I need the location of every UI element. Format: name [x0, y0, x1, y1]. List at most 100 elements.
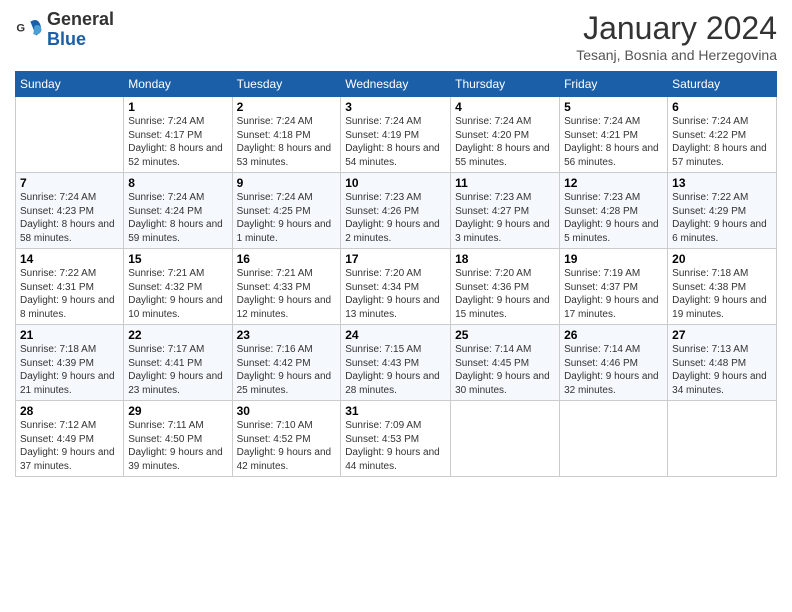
- day-number: 10: [345, 176, 446, 190]
- calendar-cell: 10Sunrise: 7:23 AMSunset: 4:26 PMDayligh…: [341, 173, 451, 249]
- day-info: Sunrise: 7:14 AMSunset: 4:45 PMDaylight:…: [455, 343, 555, 397]
- day-number: 15: [128, 252, 227, 266]
- day-number: 7: [20, 176, 119, 190]
- calendar-cell: 29Sunrise: 7:11 AMSunset: 4:50 PMDayligh…: [124, 401, 232, 477]
- day-number: 29: [128, 404, 227, 418]
- day-info: Sunrise: 7:17 AMSunset: 4:41 PMDaylight:…: [128, 343, 227, 397]
- calendar-cell: 1Sunrise: 7:24 AMSunset: 4:17 PMDaylight…: [124, 97, 232, 173]
- header-friday: Friday: [560, 72, 668, 97]
- day-number: 5: [564, 100, 663, 114]
- day-number: 23: [237, 328, 337, 342]
- day-info: Sunrise: 7:09 AMSunset: 4:53 PMDaylight:…: [345, 419, 446, 473]
- calendar-table: Sunday Monday Tuesday Wednesday Thursday…: [15, 71, 777, 477]
- day-info: Sunrise: 7:14 AMSunset: 4:46 PMDaylight:…: [564, 343, 663, 397]
- header: G General Blue January 2024 Tesanj, Bosn…: [15, 10, 777, 63]
- day-number: 30: [237, 404, 337, 418]
- day-info: Sunrise: 7:24 AMSunset: 4:20 PMDaylight:…: [455, 115, 555, 169]
- day-info: Sunrise: 7:16 AMSunset: 4:42 PMDaylight:…: [237, 343, 337, 397]
- week-row-4: 21Sunrise: 7:18 AMSunset: 4:39 PMDayligh…: [16, 325, 777, 401]
- day-number: 16: [237, 252, 337, 266]
- day-info: Sunrise: 7:24 AMSunset: 4:18 PMDaylight:…: [237, 115, 337, 169]
- calendar-cell: 23Sunrise: 7:16 AMSunset: 4:42 PMDayligh…: [232, 325, 341, 401]
- calendar-cell: [16, 97, 124, 173]
- title-section: January 2024 Tesanj, Bosnia and Herzegov…: [576, 10, 777, 63]
- day-number: 11: [455, 176, 555, 190]
- calendar-cell: 4Sunrise: 7:24 AMSunset: 4:20 PMDaylight…: [451, 97, 560, 173]
- day-info: Sunrise: 7:20 AMSunset: 4:36 PMDaylight:…: [455, 267, 555, 321]
- day-info: Sunrise: 7:21 AMSunset: 4:32 PMDaylight:…: [128, 267, 227, 321]
- logo: G General Blue: [15, 10, 114, 50]
- month-title: January 2024: [576, 10, 777, 47]
- calendar-cell: 11Sunrise: 7:23 AMSunset: 4:27 PMDayligh…: [451, 173, 560, 249]
- day-number: 18: [455, 252, 555, 266]
- day-info: Sunrise: 7:24 AMSunset: 4:21 PMDaylight:…: [564, 115, 663, 169]
- calendar-cell: 30Sunrise: 7:10 AMSunset: 4:52 PMDayligh…: [232, 401, 341, 477]
- calendar-cell: [668, 401, 777, 477]
- calendar-cell: 5Sunrise: 7:24 AMSunset: 4:21 PMDaylight…: [560, 97, 668, 173]
- calendar-cell: 20Sunrise: 7:18 AMSunset: 4:38 PMDayligh…: [668, 249, 777, 325]
- day-number: 3: [345, 100, 446, 114]
- day-info: Sunrise: 7:24 AMSunset: 4:17 PMDaylight:…: [128, 115, 227, 169]
- day-number: 8: [128, 176, 227, 190]
- week-row-1: 1Sunrise: 7:24 AMSunset: 4:17 PMDaylight…: [16, 97, 777, 173]
- day-info: Sunrise: 7:24 AMSunset: 4:25 PMDaylight:…: [237, 191, 337, 245]
- calendar-cell: 25Sunrise: 7:14 AMSunset: 4:45 PMDayligh…: [451, 325, 560, 401]
- day-info: Sunrise: 7:24 AMSunset: 4:19 PMDaylight:…: [345, 115, 446, 169]
- calendar-cell: [560, 401, 668, 477]
- week-row-3: 14Sunrise: 7:22 AMSunset: 4:31 PMDayligh…: [16, 249, 777, 325]
- header-monday: Monday: [124, 72, 232, 97]
- day-info: Sunrise: 7:10 AMSunset: 4:52 PMDaylight:…: [237, 419, 337, 473]
- day-info: Sunrise: 7:22 AMSunset: 4:29 PMDaylight:…: [672, 191, 772, 245]
- day-info: Sunrise: 7:11 AMSunset: 4:50 PMDaylight:…: [128, 419, 227, 473]
- day-number: 20: [672, 252, 772, 266]
- day-number: 25: [455, 328, 555, 342]
- day-number: 1: [128, 100, 227, 114]
- header-thursday: Thursday: [451, 72, 560, 97]
- calendar-cell: 26Sunrise: 7:14 AMSunset: 4:46 PMDayligh…: [560, 325, 668, 401]
- calendar-cell: 28Sunrise: 7:12 AMSunset: 4:49 PMDayligh…: [16, 401, 124, 477]
- header-wednesday: Wednesday: [341, 72, 451, 97]
- calendar-cell: 19Sunrise: 7:19 AMSunset: 4:37 PMDayligh…: [560, 249, 668, 325]
- location: Tesanj, Bosnia and Herzegovina: [576, 47, 777, 63]
- day-number: 27: [672, 328, 772, 342]
- day-info: Sunrise: 7:23 AMSunset: 4:28 PMDaylight:…: [564, 191, 663, 245]
- day-info: Sunrise: 7:21 AMSunset: 4:33 PMDaylight:…: [237, 267, 337, 321]
- day-info: Sunrise: 7:15 AMSunset: 4:43 PMDaylight:…: [345, 343, 446, 397]
- calendar-cell: 2Sunrise: 7:24 AMSunset: 4:18 PMDaylight…: [232, 97, 341, 173]
- day-number: 14: [20, 252, 119, 266]
- calendar-cell: 3Sunrise: 7:24 AMSunset: 4:19 PMDaylight…: [341, 97, 451, 173]
- calendar-cell: 27Sunrise: 7:13 AMSunset: 4:48 PMDayligh…: [668, 325, 777, 401]
- day-info: Sunrise: 7:24 AMSunset: 4:22 PMDaylight:…: [672, 115, 772, 169]
- day-info: Sunrise: 7:22 AMSunset: 4:31 PMDaylight:…: [20, 267, 119, 321]
- day-number: 2: [237, 100, 337, 114]
- header-tuesday: Tuesday: [232, 72, 341, 97]
- day-info: Sunrise: 7:13 AMSunset: 4:48 PMDaylight:…: [672, 343, 772, 397]
- day-number: 24: [345, 328, 446, 342]
- day-info: Sunrise: 7:18 AMSunset: 4:38 PMDaylight:…: [672, 267, 772, 321]
- day-number: 21: [20, 328, 119, 342]
- calendar-cell: 8Sunrise: 7:24 AMSunset: 4:24 PMDaylight…: [124, 173, 232, 249]
- calendar-cell: 24Sunrise: 7:15 AMSunset: 4:43 PMDayligh…: [341, 325, 451, 401]
- day-info: Sunrise: 7:23 AMSunset: 4:26 PMDaylight:…: [345, 191, 446, 245]
- day-number: 12: [564, 176, 663, 190]
- calendar-cell: 16Sunrise: 7:21 AMSunset: 4:33 PMDayligh…: [232, 249, 341, 325]
- calendar-cell: 12Sunrise: 7:23 AMSunset: 4:28 PMDayligh…: [560, 173, 668, 249]
- svg-text:G: G: [16, 22, 25, 34]
- day-number: 31: [345, 404, 446, 418]
- calendar-cell: 22Sunrise: 7:17 AMSunset: 4:41 PMDayligh…: [124, 325, 232, 401]
- day-info: Sunrise: 7:24 AMSunset: 4:24 PMDaylight:…: [128, 191, 227, 245]
- header-sunday: Sunday: [16, 72, 124, 97]
- calendar-cell: 31Sunrise: 7:09 AMSunset: 4:53 PMDayligh…: [341, 401, 451, 477]
- week-row-5: 28Sunrise: 7:12 AMSunset: 4:49 PMDayligh…: [16, 401, 777, 477]
- weekday-header-row: Sunday Monday Tuesday Wednesday Thursday…: [16, 72, 777, 97]
- day-info: Sunrise: 7:24 AMSunset: 4:23 PMDaylight:…: [20, 191, 119, 245]
- calendar-cell: 15Sunrise: 7:21 AMSunset: 4:32 PMDayligh…: [124, 249, 232, 325]
- day-info: Sunrise: 7:18 AMSunset: 4:39 PMDaylight:…: [20, 343, 119, 397]
- day-info: Sunrise: 7:12 AMSunset: 4:49 PMDaylight:…: [20, 419, 119, 473]
- day-info: Sunrise: 7:19 AMSunset: 4:37 PMDaylight:…: [564, 267, 663, 321]
- day-number: 26: [564, 328, 663, 342]
- header-saturday: Saturday: [668, 72, 777, 97]
- calendar-cell: 9Sunrise: 7:24 AMSunset: 4:25 PMDaylight…: [232, 173, 341, 249]
- day-number: 13: [672, 176, 772, 190]
- day-number: 6: [672, 100, 772, 114]
